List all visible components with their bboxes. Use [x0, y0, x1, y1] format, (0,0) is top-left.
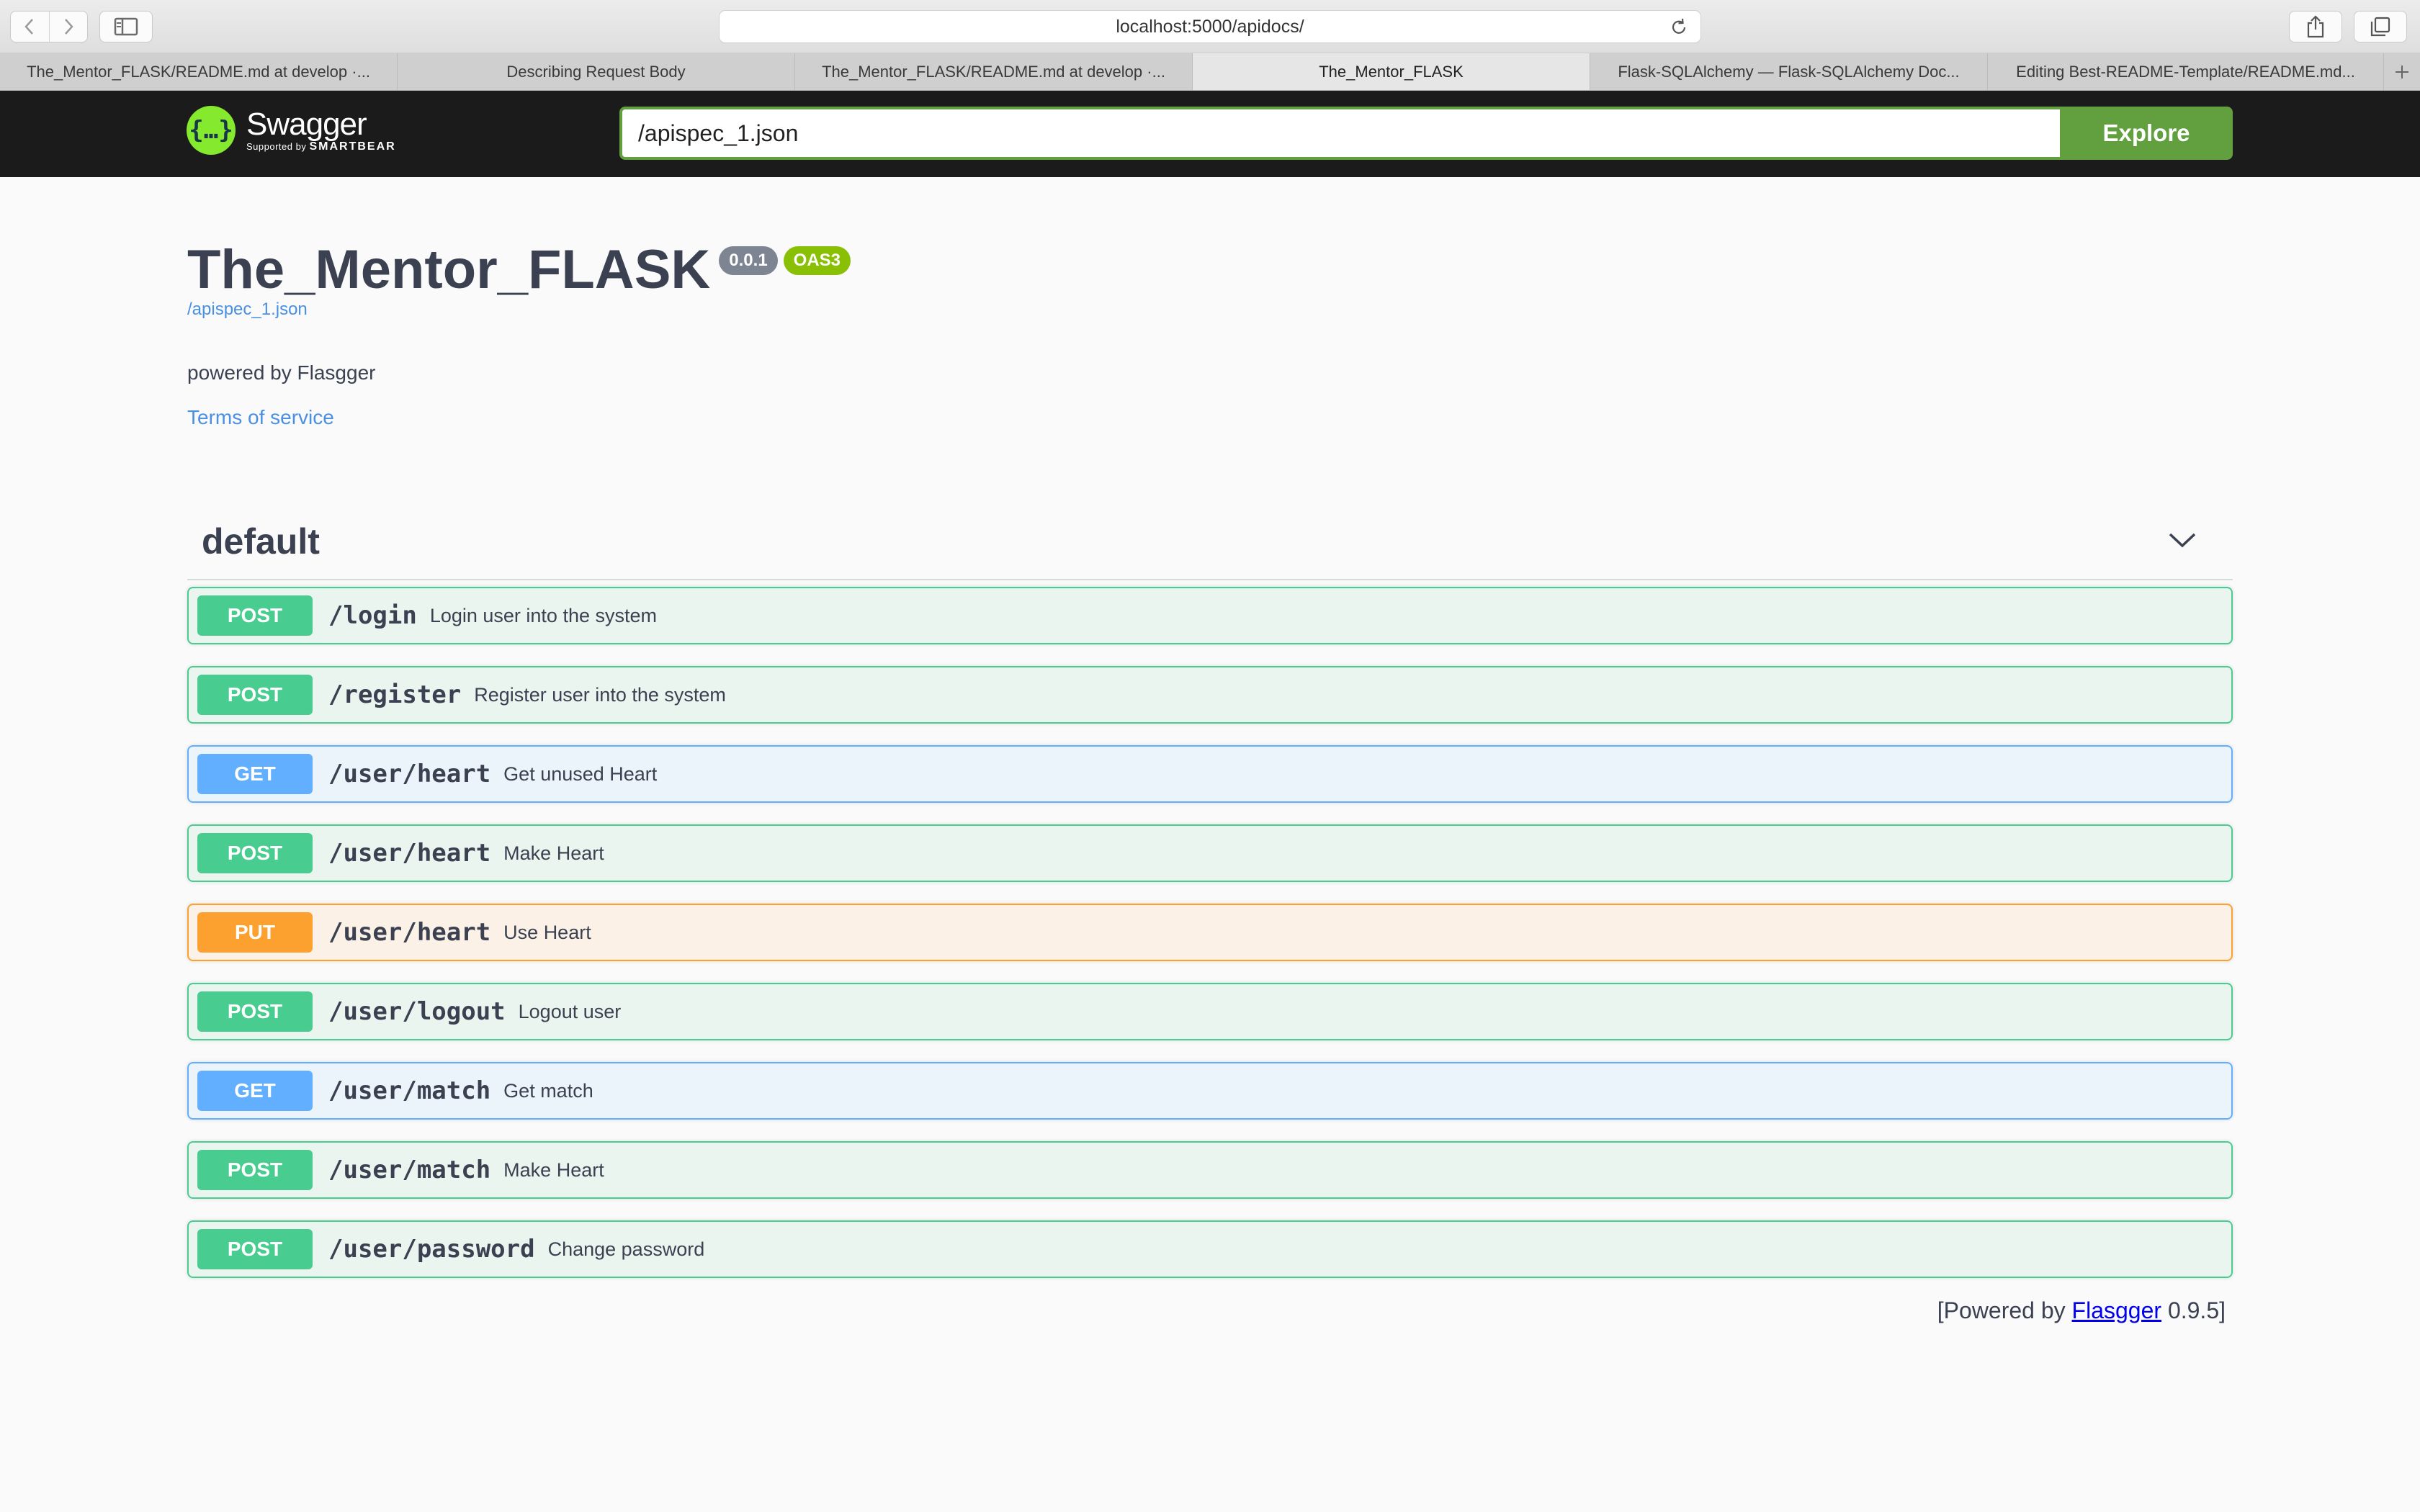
operation-get-user-match[interactable]: GET /user/match Get match	[187, 1062, 2233, 1120]
tabs-icon	[2370, 17, 2390, 37]
swagger-logo[interactable]: {…} Swagger Supported by SMARTBEAR	[186, 105, 396, 156]
browser-tab[interactable]: The_Mentor_FLASK/README.md at develop ·.…	[0, 53, 398, 90]
operation-summary: Make Heart	[503, 842, 604, 864]
operation-get-user-heart[interactable]: GET /user/heart Get unused Heart	[187, 745, 2233, 803]
operation-path: /login	[328, 601, 417, 630]
powered-by-footer: [Powered by Flasgger 0.9.5]	[1937, 1297, 2226, 1323]
flasgger-link[interactable]: Flasgger	[2072, 1297, 2162, 1323]
operation-summary: Make Heart	[503, 1158, 604, 1181]
browser-tab-active[interactable]: The_Mentor_FLASK	[1193, 53, 1590, 90]
back-button[interactable]	[11, 12, 49, 42]
operation-path: /user/password	[328, 1235, 535, 1264]
api-description: powered by Flasgger	[187, 361, 376, 384]
operation-post-user-match[interactable]: POST /user/match Make Heart	[187, 1141, 2233, 1199]
share-button[interactable]	[2289, 11, 2342, 42]
operation-path: /user/match	[328, 1156, 491, 1184]
method-badge: POST	[197, 1229, 313, 1269]
section-title: default	[202, 521, 320, 562]
operation-summary: Register user into the system	[474, 683, 726, 706]
method-badge: POST	[197, 675, 313, 715]
terms-of-service-link[interactable]: Terms of service	[187, 406, 334, 429]
method-badge: POST	[197, 991, 313, 1032]
svg-text:{…}: {…}	[189, 116, 233, 145]
version-badge: 0.0.1	[719, 246, 778, 275]
operation-path: /user/logout	[328, 997, 506, 1026]
operation-post-login[interactable]: POST /login Login user into the system	[187, 587, 2233, 644]
new-tab-button[interactable]	[2384, 53, 2420, 90]
operation-summary: Get unused Heart	[503, 762, 658, 785]
sidebar-icon	[114, 17, 138, 36]
browser-tab[interactable]: Editing Best-README-Template/README.md..…	[1988, 53, 2384, 90]
operation-path: /register	[328, 680, 462, 709]
browser-tab[interactable]: Describing Request Body	[398, 53, 795, 90]
spec-link[interactable]: /apispec_1.json	[187, 300, 851, 320]
tab-bar: The_Mentor_FLASK/README.md at develop ·.…	[0, 53, 2420, 91]
oas-badge: OAS3	[783, 246, 851, 275]
operation-summary: Change password	[547, 1238, 705, 1260]
operation-summary: Logout user	[518, 1000, 622, 1022]
operation-summary: Login user into the system	[429, 604, 657, 626]
api-info: The_Mentor_FLASK 0.0.1 OAS3 /apispec_1.j…	[187, 238, 851, 428]
sidebar-toggle-button[interactable]	[99, 11, 153, 42]
tag-section-default[interactable]: default	[187, 504, 2233, 580]
logo-name: Swagger	[246, 107, 367, 142]
reload-icon[interactable]	[1669, 17, 1689, 42]
chevron-left-icon	[24, 19, 34, 35]
forward-button[interactable]	[48, 12, 88, 42]
share-icon	[2307, 15, 2324, 38]
method-badge: POST	[197, 1150, 313, 1190]
swagger-topbar: {…} Swagger Supported by SMARTBEAR /apis…	[0, 91, 2420, 177]
operation-path: /user/heart	[328, 839, 491, 868]
method-badge: POST	[197, 595, 313, 636]
browser-toolbar: localhost:5000/apidocs/	[0, 0, 2420, 53]
page-title: The_Mentor_FLASK	[187, 239, 711, 300]
browser-tab[interactable]: The_Mentor_FLASK/README.md at develop ·.…	[795, 53, 1193, 90]
method-badge: GET	[197, 1071, 313, 1111]
plus-icon	[2396, 65, 2408, 78]
nav-buttons	[10, 11, 88, 42]
logo-subtitle: Supported by SMARTBEAR	[246, 140, 396, 153]
operation-path: /user/heart	[328, 918, 491, 947]
operation-post-user-logout[interactable]: POST /user/logout Logout user	[187, 983, 2233, 1040]
method-badge: GET	[197, 754, 313, 794]
chevron-down-icon[interactable]	[2168, 531, 2197, 549]
operation-post-user-heart[interactable]: POST /user/heart Make Heart	[187, 824, 2233, 882]
explore-button[interactable]: Explore	[2060, 107, 2233, 160]
operation-post-user-password[interactable]: POST /user/password Change password	[187, 1220, 2233, 1278]
url-text: localhost:5000/apidocs/	[1116, 16, 1304, 37]
operation-path: /user/heart	[328, 760, 491, 788]
tab-overview-button[interactable]	[2354, 11, 2407, 42]
operation-post-register[interactable]: POST /register Register user into the sy…	[187, 666, 2233, 724]
operation-summary: Use Heart	[503, 921, 591, 943]
method-badge: POST	[197, 833, 313, 873]
address-bar[interactable]: localhost:5000/apidocs/	[719, 10, 1701, 43]
spec-url-input[interactable]: /apispec_1.json	[619, 107, 2060, 160]
operation-put-user-heart[interactable]: PUT /user/heart Use Heart	[187, 904, 2233, 961]
operation-summary: Get match	[503, 1079, 593, 1102]
swagger-logo-icon: {…}	[187, 106, 236, 155]
method-badge: PUT	[197, 912, 313, 953]
operation-path: /user/match	[328, 1076, 491, 1105]
chevron-right-icon	[64, 19, 73, 35]
browser-tab[interactable]: Flask-SQLAlchemy — Flask-SQLAlchemy Doc.…	[1590, 53, 1988, 90]
